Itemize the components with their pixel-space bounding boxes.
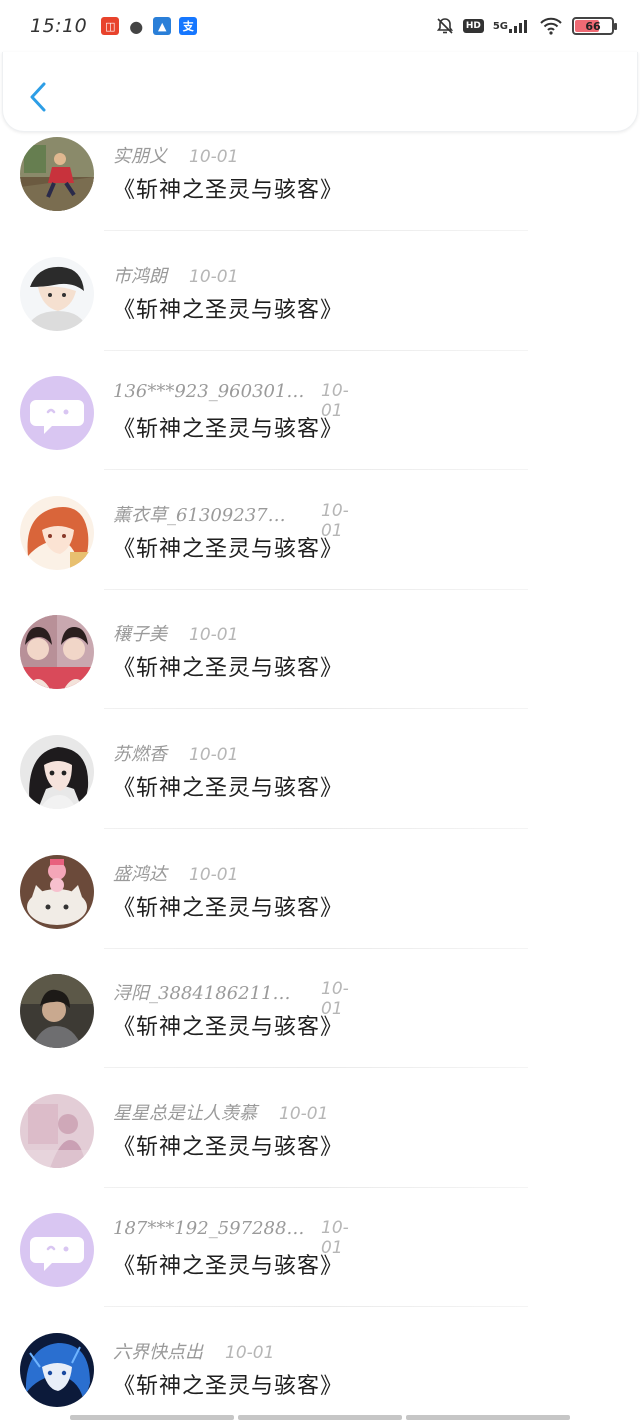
user-name[interactable]: 市鸿朗: [113, 262, 167, 288]
comment-item[interactable]: 穰子美 10-01 《斩神之圣灵与骇客》: [0, 610, 640, 730]
comment-meta: 星星总是让人羡慕 10-01: [113, 1099, 328, 1125]
comment-meta: 薰衣草_61309237… 10-01: [113, 501, 349, 541]
divider: [104, 469, 528, 471]
comment-meta: 市鸿朗 10-01: [113, 262, 238, 288]
comment-date: 10-01: [189, 744, 239, 765]
comment-meta: 实朋义 10-01: [113, 142, 238, 168]
divider: [104, 1306, 528, 1308]
divider: [104, 708, 528, 710]
comment-date: 10-01: [189, 147, 239, 167]
battery-icon: 66: [572, 17, 617, 35]
comment-meta: 136***923_960301… 10-01: [113, 381, 349, 421]
comment-item[interactable]: 六界快点出 10-01 《斩神之圣灵与骇客》: [0, 1328, 640, 1422]
avatar[interactable]: [20, 376, 94, 451]
comment-list: 实朋义 10-01 《斩神之圣灵与骇客》 市鸿朗 10-01 《斩神之圣灵与骇客》 136*…: [0, 132, 640, 1422]
user-name[interactable]: 苏燃香: [113, 740, 167, 766]
comment-date: 10-01: [225, 1342, 275, 1363]
comment-item[interactable]: 盛鸿达 10-01 《斩神之圣灵与骇客》: [0, 850, 640, 970]
comment-text: 《斩神之圣灵与骇客》: [113, 1015, 344, 1041]
comment-item[interactable]: 薰衣草_61309237… 10-01 《斩神之圣灵与骇客》: [0, 491, 640, 611]
comment-item[interactable]: 市鸿朗 10-01 《斩神之圣灵与骇客》: [0, 252, 640, 372]
avatar[interactable]: [20, 137, 94, 211]
status-time: 15:10: [30, 15, 88, 37]
comment-text: 《斩神之圣灵与骇客》: [113, 417, 344, 443]
user-name[interactable]: 浔阳_3884186211…: [113, 979, 291, 1005]
avatar[interactable]: [20, 1213, 94, 1288]
comment-text: 《斩神之圣灵与骇客》: [113, 1373, 344, 1399]
alipay-icon: 支: [179, 17, 198, 35]
comment-date: 10-01: [189, 864, 239, 885]
user-name[interactable]: 实朋义: [113, 142, 167, 168]
avatar[interactable]: [20, 1332, 94, 1407]
avatar[interactable]: [20, 495, 94, 570]
divider: [104, 947, 528, 949]
notification-icons: ◫ ● ▲ 支: [101, 16, 198, 36]
nav-bar-segment: [406, 1415, 570, 1420]
divider: [104, 1186, 528, 1188]
comment-text: 《斩神之圣灵与骇客》: [113, 1254, 344, 1280]
comment-item[interactable]: 136***923_960301… 10-01 《斩神之圣灵与骇客》: [0, 371, 640, 491]
back-button[interactable]: [25, 80, 55, 114]
comment-meta: 187***192_597288… 10-01: [113, 1218, 349, 1258]
divider: [104, 230, 528, 231]
avatar[interactable]: [20, 974, 94, 1049]
wifi-icon: [539, 17, 563, 35]
comment-meta: 穰子美 10-01: [113, 620, 238, 646]
status-bar: 15:10 ◫ ● ▲ 支 HD 5G 66: [0, 0, 640, 52]
comment-meta: 浔阳_3884186211… 10-01: [113, 979, 349, 1019]
user-name[interactable]: 盛鸿达: [113, 860, 167, 886]
app-notification-icon: ◫: [101, 17, 120, 35]
comment-date: 10-01: [279, 1103, 329, 1124]
divider: [104, 588, 528, 590]
user-name[interactable]: 187***192_597288…: [113, 1218, 304, 1239]
avatar[interactable]: [20, 734, 94, 809]
avatar[interactable]: [20, 256, 94, 331]
avatar[interactable]: [20, 1093, 94, 1168]
user-name[interactable]: 136***923_960301…: [113, 381, 304, 402]
system-icons: HD 5G 66: [436, 17, 617, 35]
nav-bar-segment: [70, 1415, 234, 1420]
comment-meta: 苏燃香 10-01: [113, 740, 238, 766]
comment-meta: 盛鸿达 10-01: [113, 860, 238, 886]
divider: [104, 827, 528, 829]
comment-text: 《斩神之圣灵与骇客》: [113, 656, 344, 682]
nav-bar-segment: [238, 1415, 402, 1420]
divider: [104, 1067, 528, 1069]
comment-text: 《斩神之圣灵与骇客》: [113, 178, 344, 203]
avatar[interactable]: [20, 615, 94, 690]
avatar[interactable]: [20, 854, 94, 929]
comment-item[interactable]: 苏燃香 10-01 《斩神之圣灵与骇客》: [0, 730, 640, 850]
user-name[interactable]: 穰子美: [113, 620, 167, 646]
comment-text: 《斩神之圣灵与骇客》: [113, 536, 344, 562]
comment-text: 《斩神之圣灵与骇客》: [113, 297, 344, 323]
comment-date: 10-01: [189, 625, 239, 646]
app-notification-icon: ▲: [153, 17, 172, 35]
user-name[interactable]: 六界快点出: [113, 1338, 203, 1364]
user-name[interactable]: 薰衣草_61309237…: [113, 501, 286, 527]
hd-icon: HD: [462, 19, 484, 33]
bell-off-icon: [436, 17, 454, 35]
comment-text: 《斩神之圣灵与骇客》: [113, 895, 344, 921]
comment-item[interactable]: 星星总是让人羡慕 10-01 《斩神之圣灵与骇客》: [0, 1089, 640, 1209]
comment-text: 《斩神之圣灵与骇客》: [113, 775, 344, 801]
chevron-left-icon: [30, 82, 46, 112]
comment-item[interactable]: 实朋义 10-01 《斩神之圣灵与骇客》: [0, 132, 640, 252]
comment-text: 《斩神之圣灵与骇客》: [113, 1134, 344, 1160]
top-navigation-bar: [2, 52, 638, 132]
navigation-bar: [70, 1415, 570, 1420]
comment-date: 10-01: [189, 266, 239, 287]
user-name[interactable]: 星星总是让人羡慕: [113, 1099, 257, 1125]
wechat-icon: ●: [129, 16, 144, 36]
signal-icon: 5G: [493, 19, 530, 33]
comment-meta: 六界快点出 10-01: [113, 1338, 274, 1364]
comment-item[interactable]: 187***192_597288… 10-01 《斩神之圣灵与骇客》: [0, 1208, 640, 1328]
divider: [104, 349, 528, 351]
comment-item[interactable]: 浔阳_3884186211… 10-01 《斩神之圣灵与骇客》: [0, 969, 640, 1089]
